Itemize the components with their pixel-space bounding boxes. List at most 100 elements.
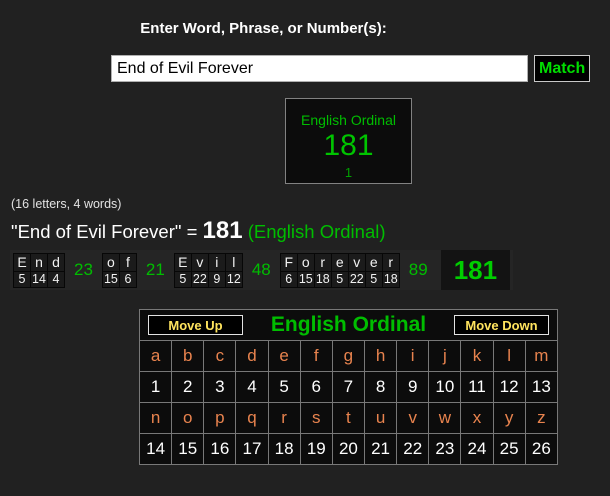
breakdown-letter-value: 5	[365, 271, 382, 287]
table-value-cell: 17	[235, 433, 269, 465]
breakdown-letter-value: 14	[31, 271, 47, 287]
table-letter-cell: w	[428, 402, 462, 434]
cipher-table-row: abcdefghijklm	[138, 340, 559, 372]
cipher-table-row: 14 15 16 17 18 19 20 21 22 23 24 25 26	[138, 433, 559, 465]
letter-column: e5	[331, 253, 348, 287]
breakdown-letter: v	[348, 253, 365, 271]
breakdown-letter: E	[174, 253, 191, 271]
table-letter-cell: n	[138, 402, 173, 434]
table-value-cell: 4	[235, 371, 269, 403]
word-subtotal: 21	[145, 260, 165, 279]
table-letter-cell: j	[428, 340, 462, 372]
breakdown-letter-value: 6	[280, 271, 297, 287]
move-down-button[interactable]: Move Down	[454, 315, 549, 335]
calculator-page: Enter Word, Phrase, or Number(s): Match …	[0, 0, 610, 496]
table-letter-cell: o	[171, 402, 205, 434]
table-letter-cell: u	[363, 402, 398, 434]
table-value-cell: 10	[428, 371, 462, 403]
equation-equals: =	[181, 221, 203, 242]
breakdown-letter: E	[14, 253, 30, 271]
word-subtotal: 48	[251, 260, 271, 279]
result-value: 181	[323, 129, 374, 162]
breakdown-letter: i	[208, 253, 225, 271]
table-letter-cell: p	[203, 402, 237, 434]
word-subtotal: 23	[74, 260, 93, 279]
table-letter-cell: a	[138, 340, 173, 372]
table-letter-cell: q	[235, 402, 269, 434]
breakdown-total: 181	[440, 250, 511, 290]
table-value-cell: 20	[331, 433, 365, 465]
table-value-cell: 16	[203, 433, 237, 465]
breakdown-words: E 5 n 14 d 4 23 o 15 f 6 21 E 5 v 22 i 9 l 12 48 F 6 o 15 r 18 e 5 v 2…	[13, 250, 437, 290]
table-value-cell: 11	[460, 371, 494, 403]
match-button[interactable]: Match	[534, 55, 591, 82]
word-subtotal: 89	[408, 260, 428, 279]
page-title: Enter Word, Phrase, or Number(s):	[140, 20, 387, 37]
table-letter-cell: g	[331, 340, 365, 372]
breakdown-letter-value: 12	[225, 271, 242, 287]
cipher-table: Move Up English Ordinal Move Down abcdef…	[138, 309, 559, 465]
breakdown-letter: v	[191, 253, 208, 271]
result-cipher-label: English Ordinal	[301, 112, 396, 128]
table-letter-cell: i	[396, 340, 430, 372]
breakdown-letter: n	[31, 253, 47, 271]
breakdown-letter: F	[280, 253, 297, 271]
breakdown-letter-value: 22	[191, 271, 208, 287]
table-value-cell: 3	[203, 371, 237, 403]
table-value-cell: 6	[299, 371, 333, 403]
table-value-cell: 26	[524, 433, 559, 465]
equation-value: 181	[202, 217, 243, 244]
table-letter-cell: s	[299, 402, 333, 434]
letter-column: F6	[280, 253, 297, 287]
word-box: o 15 f 6	[101, 252, 137, 288]
table-letter-cell: e	[267, 340, 301, 372]
table-letter-cell: h	[363, 340, 398, 372]
table-letter-cell: m	[524, 340, 559, 372]
table-letter-cell: t	[331, 402, 365, 434]
table-letter-cell: z	[524, 402, 559, 434]
cipher-table-row: 1 2 3 4 5 6 7 8 9 10 11 12 13	[138, 371, 559, 403]
table-value-cell: 23	[428, 433, 462, 465]
table-value-cell: 5	[267, 371, 301, 403]
letter-column: l 12	[225, 253, 242, 287]
table-letter-cell: c	[203, 340, 237, 372]
equation-line: "End of Evil Forever" = 181 (English Ord…	[11, 217, 386, 245]
breakdown-letter: e	[365, 253, 382, 271]
table-value-cell: 14	[138, 433, 173, 465]
cipher-table-title: English Ordinal	[270, 313, 427, 336]
breakdown-letter-value: 15	[102, 271, 119, 287]
breakdown-letter-value: 5	[331, 271, 348, 287]
breakdown-letter-value: 18	[382, 271, 399, 287]
cipher-table-header-row: Move Up English Ordinal Move Down	[139, 309, 558, 341]
table-value-cell: 18	[267, 433, 301, 465]
letter-column: o 15	[297, 253, 314, 287]
breakdown-letter: r	[314, 253, 331, 271]
letter-column: v 22	[191, 253, 208, 287]
table-value-cell: 7	[331, 371, 365, 403]
equation-phrase: "End of Evil Forever"	[11, 221, 182, 242]
letter-breakdown-band: E 5 n 14 d 4 23 o 15 f 6 21 E 5 v 22 i 9 l 12 48 F 6 o 15 r 18 e 5 v 2…	[10, 250, 514, 290]
table-value-cell: 22	[396, 433, 430, 465]
phrase-input[interactable]	[111, 55, 528, 82]
breakdown-letter-value: 15	[297, 271, 314, 287]
breakdown-letter: o	[102, 253, 119, 271]
table-letter-cell: v	[396, 402, 430, 434]
word-box: F 6 o 15 r 18 e 5 v 22 e 5 r 18	[279, 252, 400, 288]
table-letter-cell: l	[492, 340, 526, 372]
table-value-cell: 2	[171, 371, 205, 403]
table-value-cell: 15	[171, 433, 205, 465]
breakdown-letter-value: 5	[14, 271, 30, 287]
word-box: E 5 n 14 d 4	[13, 252, 65, 288]
breakdown-letter: r	[382, 253, 399, 271]
letter-column: d4	[48, 253, 64, 287]
breakdown-letter-value: 5	[174, 271, 191, 287]
cipher-result-box[interactable]: English Ordinal 181 1	[285, 98, 412, 184]
move-up-button[interactable]: Move Up	[148, 315, 243, 335]
breakdown-letter-value: 6	[119, 271, 136, 287]
table-value-cell: 9	[396, 371, 430, 403]
table-letter-cell: f	[299, 340, 333, 372]
table-value-cell: 13	[524, 371, 559, 403]
table-letter-cell: d	[235, 340, 269, 372]
breakdown-letter: f	[119, 253, 136, 271]
breakdown-letter-value: 4	[48, 271, 64, 287]
